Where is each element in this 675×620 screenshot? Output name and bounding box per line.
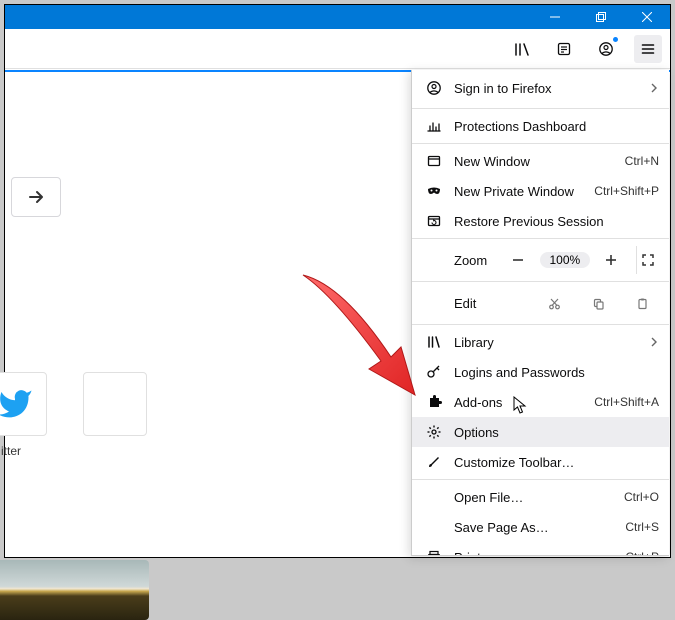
menu-label: Add-ons [454,395,586,410]
separator [412,479,669,480]
menu-restore-session[interactable]: Restore Previous Session [412,206,669,236]
separator [412,143,669,144]
menu-shortcut: Ctrl+Shift+P [594,184,659,198]
menu-shortcut: Ctrl+P [625,550,659,556]
print-icon [426,549,442,556]
menu-label: Protections Dashboard [454,119,659,134]
library-icon[interactable] [508,35,536,63]
copy-button[interactable] [581,289,615,317]
chevron-right-icon [649,337,659,347]
window-titlebar [5,5,670,29]
cut-button[interactable] [537,289,571,317]
menu-open-file[interactable]: Open File… Ctrl+O [412,482,669,512]
gear-icon [426,424,442,440]
edit-label: Edit [454,296,496,311]
menu-label: Open File… [454,490,616,505]
brush-icon [426,454,442,470]
menu-signin[interactable]: Sign in to Firefox [412,70,669,106]
menu-label: Library [454,335,649,350]
separator [412,108,669,109]
browser-toolbar [5,29,670,69]
separator [412,281,669,282]
menu-label: Customize Toolbar… [454,455,659,470]
menu-new-window[interactable]: New Window Ctrl+N [412,146,669,176]
menu-shortcut: Ctrl+N [625,154,659,168]
restore-icon [426,213,442,229]
close-button[interactable] [624,5,670,29]
menu-label: New Private Window [454,184,586,199]
menu-logins[interactable]: Logins and Passwords [412,357,669,387]
menu-label: Restore Previous Session [454,214,659,229]
menu-label: Save Page As… [454,520,617,535]
account-icon [426,80,442,96]
app-menu-button[interactable] [634,35,662,63]
menu-zoom-row: Zoom 100% [412,241,669,279]
menu-customize[interactable]: Customize Toolbar… [412,447,669,477]
fullscreen-button[interactable] [636,246,659,274]
menu-save-page[interactable]: Save Page As… Ctrl+S [412,512,669,542]
library-icon [426,334,442,350]
menu-edit-row: Edit [412,284,669,322]
menu-shortcut: Ctrl+Shift+A [594,395,659,409]
zoom-value[interactable]: 100% [540,252,591,268]
menu-protections[interactable]: Protections Dashboard [412,111,669,141]
menu-label: Logins and Passwords [454,365,659,380]
minimize-button[interactable] [532,5,578,29]
dashboard-icon [426,118,442,134]
highlight-thumbnail[interactable] [0,560,149,620]
maximize-button[interactable] [578,5,624,29]
menu-label: Sign in to Firefox [454,81,649,96]
menu-new-private[interactable]: New Private Window Ctrl+Shift+P [412,176,669,206]
menu-label: Print… [454,550,617,557]
mask-icon [426,183,442,199]
forward-button[interactable] [11,177,61,217]
blank-icon [426,519,442,535]
separator [412,324,669,325]
bookmark-tile-empty[interactable] [83,372,147,436]
zoom-label: Zoom [454,253,487,268]
menu-shortcut: Ctrl+O [624,490,659,504]
menu-options[interactable]: Options [412,417,669,447]
zoom-in-button[interactable] [600,246,622,274]
notification-dot-icon [613,37,618,42]
separator [412,238,669,239]
puzzle-icon [426,394,442,410]
menu-library[interactable]: Library [412,327,669,357]
browser-window: itter Sign in to Firefox Protections Das… [4,4,671,558]
key-icon [426,364,442,380]
menu-label: Options [454,425,659,440]
bookmark-label-twitter: itter [1,444,21,458]
menu-addons[interactable]: Add-ons Ctrl+Shift+A [412,387,669,417]
menu-print[interactable]: Print… Ctrl+P [412,542,669,556]
chevron-right-icon [649,83,659,93]
blank-icon [426,489,442,505]
app-menu-popup: Sign in to Firefox Protections Dashboard… [411,70,669,556]
menu-shortcut: Ctrl+S [625,520,659,534]
reader-icon[interactable] [550,35,578,63]
window-icon [426,153,442,169]
bookmark-tile-twitter[interactable] [0,372,47,436]
paste-button[interactable] [625,289,659,317]
zoom-out-button[interactable] [507,246,529,274]
menu-label: New Window [454,154,617,169]
account-icon[interactable] [592,35,620,63]
